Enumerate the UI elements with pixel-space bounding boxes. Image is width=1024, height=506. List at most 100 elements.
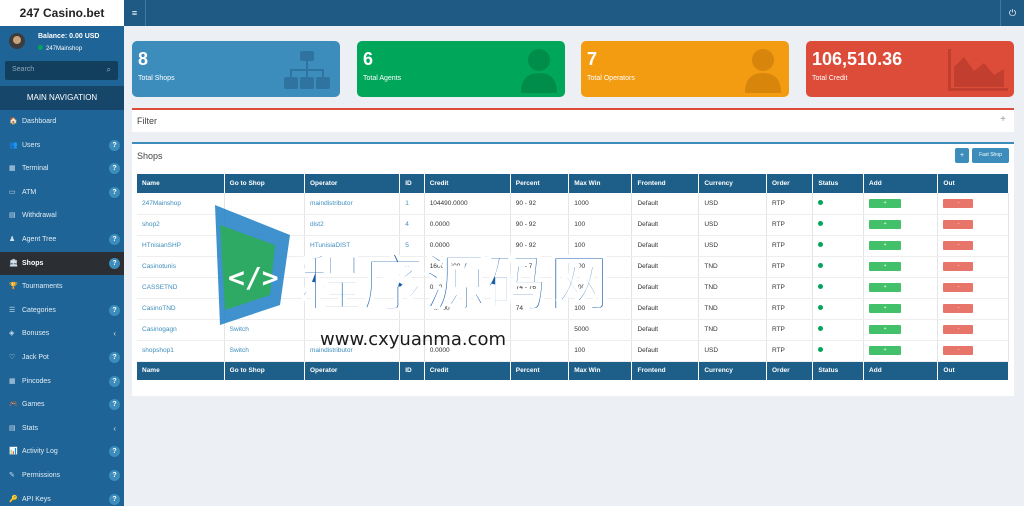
withdraw-credit-button[interactable]: - [943,220,974,229]
add-credit-button[interactable]: + [869,283,902,292]
help-badge-icon[interactable]: ? [109,186,120,198]
table-cell[interactable]: 4 [399,214,425,236]
sidebar-item-pincodes[interactable]: ▦ Pincodes? [0,370,124,394]
table-cell[interactable]: CASSETND [137,277,225,299]
add-credit-button[interactable]: + [869,346,902,355]
sidebar-item-activity-log[interactable]: 📊 Activity Log? [0,440,124,464]
table-cell[interactable] [224,235,306,257]
help-badge-icon[interactable]: ? [109,233,120,245]
help-badge-icon[interactable]: ? [109,493,120,505]
sidebar-item-users[interactable]: 👥 Users? [0,134,124,158]
column-header[interactable]: Order [766,174,814,193]
add-credit-button[interactable]: + [869,198,902,208]
column-header[interactable]: Status [812,174,865,193]
column-header[interactable]: Percent [510,174,570,193]
add-shop-button[interactable]: + [955,148,969,163]
sidebar-item-terminal[interactable]: ▦ Terminal? [0,157,124,181]
withdraw-credit-button[interactable]: - [943,198,974,208]
column-header[interactable]: Max Win [568,361,633,380]
sidebar-item-atm[interactable]: ▭ ATM? [0,181,124,205]
sidebar-item-api-keys[interactable]: 🔑 API Keys? [0,488,124,506]
column-header[interactable]: Operator [304,361,401,380]
add-credit-button[interactable]: + [869,220,902,229]
add-credit-button[interactable]: + [869,241,902,250]
table-cell[interactable]: shopshop1 [137,340,225,362]
fast-shop-button[interactable]: Fast Shop [972,148,1009,163]
help-badge-icon[interactable]: ? [109,304,120,316]
column-header[interactable]: Order [766,361,814,380]
column-header[interactable]: Out [937,361,1009,380]
add-credit-button[interactable]: + [869,325,902,334]
sidebar-item-shops[interactable]: 🏛 Shops? [0,251,124,276]
help-badge-icon[interactable]: ? [109,446,120,458]
help-badge-icon[interactable]: ? [109,139,120,151]
column-header[interactable]: Name [137,174,225,193]
table-cell[interactable] [224,277,306,299]
help-badge-icon[interactable]: ? [109,469,120,481]
app-logo[interactable]: 247 Casino.bet [0,0,124,26]
filter-panel[interactable]: Filter + [132,108,1014,132]
table-cell[interactable] [304,298,401,320]
help-badge-icon[interactable]: ? [109,257,120,269]
column-header[interactable]: Add [863,174,939,193]
withdraw-credit-button[interactable]: - [943,346,974,355]
withdraw-credit-button[interactable]: - [943,283,974,292]
help-badge-icon[interactable]: ? [109,351,120,363]
power-icon[interactable]: ⏻ [1000,0,1024,26]
table-cell[interactable] [304,319,401,341]
column-header[interactable]: Credit [424,361,511,380]
help-badge-icon[interactable]: ? [109,163,120,175]
column-header[interactable]: ID [399,174,425,193]
withdraw-credit-button[interactable]: - [943,262,974,271]
search-icon[interactable]: ⌕ [107,65,111,75]
help-badge-icon[interactable]: ? [109,375,120,387]
table-cell[interactable]: Switch [224,319,306,341]
chevron-left-icon[interactable]: ‹ [113,417,116,441]
sidebar-item-permissions[interactable]: ✎ Permissions? [0,464,124,488]
table-cell[interactable]: CasinoTND [137,298,225,320]
sidebar-item-withdrawal[interactable]: ▤ Withdrawal [0,204,124,228]
table-cell[interactable]: Switch [224,340,306,362]
column-header[interactable]: Operator [304,174,401,193]
table-cell[interactable]: dist2 [304,214,401,236]
sidebar-item-stats[interactable]: ▤ Stats ‹ [0,417,124,441]
column-header[interactable]: Go to Shop [224,361,306,380]
table-cell[interactable]: 5 [399,235,425,257]
withdraw-credit-button[interactable]: - [943,304,974,313]
table-cell[interactable] [224,256,306,278]
table-cell[interactable]: Casinogagn [137,319,225,341]
table-cell[interactable] [224,298,306,320]
withdraw-credit-button[interactable]: - [943,325,974,334]
table-cell[interactable]: maindistributor [304,340,401,362]
table-cell[interactable]: 247Mainshop [137,193,225,215]
table-cell[interactable]: Casinotunis [137,256,225,278]
column-header[interactable]: Name [137,361,225,380]
column-header[interactable]: Out [937,174,1009,193]
column-header[interactable]: Currency [698,361,767,380]
sidebar-item-agent-tree[interactable]: ♟ Agent Tree? [0,228,124,252]
add-credit-button[interactable]: + [869,262,902,271]
table-cell[interactable] [224,214,306,236]
table-cell[interactable] [399,298,425,320]
menu-toggle-icon[interactable]: ≡ [124,0,146,26]
column-header[interactable]: ID [399,361,425,380]
sidebar-item-tournaments[interactable]: 🏆 Tournaments [0,275,124,299]
column-header[interactable]: Status [812,361,865,380]
column-header[interactable]: Percent [510,361,570,380]
table-cell[interactable]: 1 [399,193,425,215]
table-cell[interactable]: 6 [399,256,425,278]
table-cell[interactable] [399,340,425,362]
column-header[interactable]: Frontend [631,174,700,193]
help-badge-icon[interactable]: ? [109,399,120,411]
sidebar-item-dashboard[interactable]: 🏠 Dashboard [0,110,124,134]
search-input[interactable]: Search ⌕ [5,61,118,80]
table-cell[interactable]: HTnisianSHP [137,235,225,257]
column-header[interactable]: Max Win [568,174,633,193]
table-cell[interactable] [399,277,425,299]
table-cell[interactable] [304,256,401,278]
sidebar-item-jack-pot[interactable]: ♡ Jack Pot? [0,346,124,370]
table-cell[interactable] [399,319,425,341]
column-header[interactable]: Add [863,361,939,380]
column-header[interactable]: Go to Shop [224,174,306,193]
column-header[interactable]: Currency [698,174,767,193]
